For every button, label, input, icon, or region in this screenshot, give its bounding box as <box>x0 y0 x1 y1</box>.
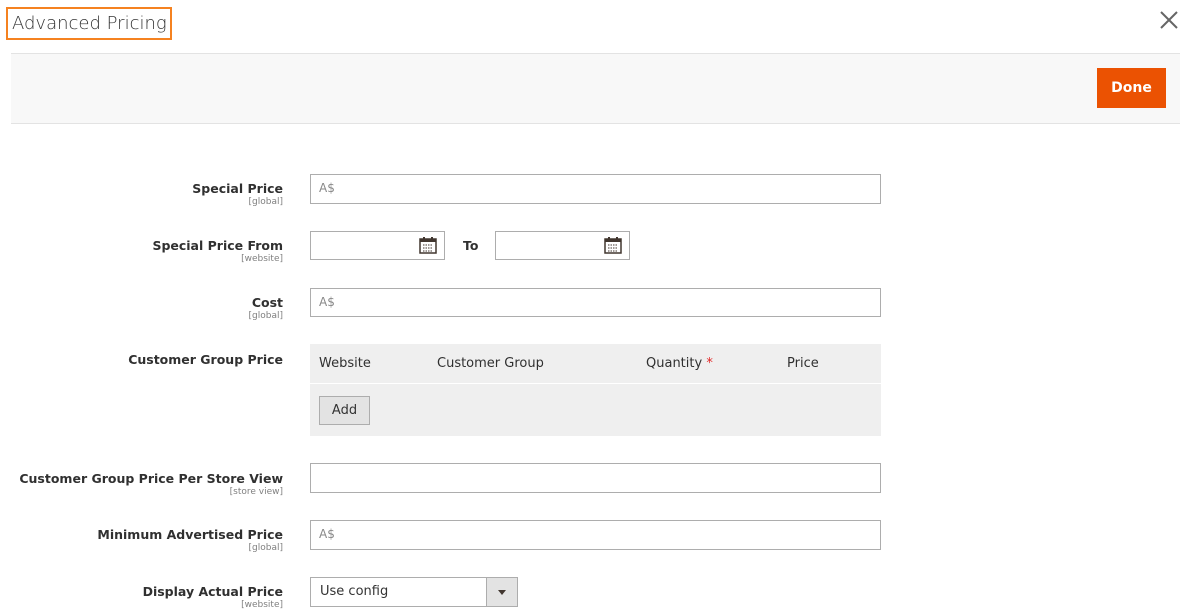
select-value: Use config <box>320 584 389 599</box>
divider <box>310 383 881 384</box>
calendar-icon[interactable] <box>604 236 622 254</box>
customer-group-price-label: Customer Group Price <box>128 352 283 367</box>
special-price-to-input[interactable] <box>495 231 630 260</box>
add-button[interactable]: Add <box>319 396 370 425</box>
modal-title: Advanced Pricing <box>6 7 172 40</box>
special-price-input[interactable]: A$ <box>310 174 881 204</box>
special-price-label: Special Price [global] <box>192 181 283 207</box>
modal-action-bar <box>11 53 1180 124</box>
display-actual-price-label: Display Actual Price [website] <box>142 584 283 610</box>
customer-group-price-store-label: Customer Group Price Per Store View [stor… <box>19 471 283 497</box>
map-input[interactable]: A$ <box>310 520 881 550</box>
customer-group-price-store-input[interactable] <box>310 463 881 493</box>
done-button[interactable]: Done <box>1097 68 1166 108</box>
special-price-from-label: Special Price From [website] <box>152 238 283 264</box>
cost-label: Cost [global] <box>248 295 283 321</box>
required-mark: * <box>706 356 713 371</box>
chevron-down-icon[interactable] <box>486 578 517 606</box>
column-website: Website <box>319 356 371 371</box>
display-actual-price-select[interactable]: Use config <box>310 577 518 607</box>
to-label: To <box>463 238 479 253</box>
cost-input[interactable]: A$ <box>310 288 881 317</box>
calendar-icon[interactable] <box>419 236 437 254</box>
customer-group-price-grid: Website Customer Group Quantity * Price … <box>310 344 881 436</box>
column-quantity: Quantity * <box>646 356 713 371</box>
close-icon[interactable] <box>1157 8 1181 32</box>
column-price: Price <box>787 356 819 371</box>
map-label: Minimum Advertised Price [global] <box>97 527 283 553</box>
column-customer-group: Customer Group <box>437 356 544 371</box>
special-price-from-input[interactable] <box>310 231 445 260</box>
